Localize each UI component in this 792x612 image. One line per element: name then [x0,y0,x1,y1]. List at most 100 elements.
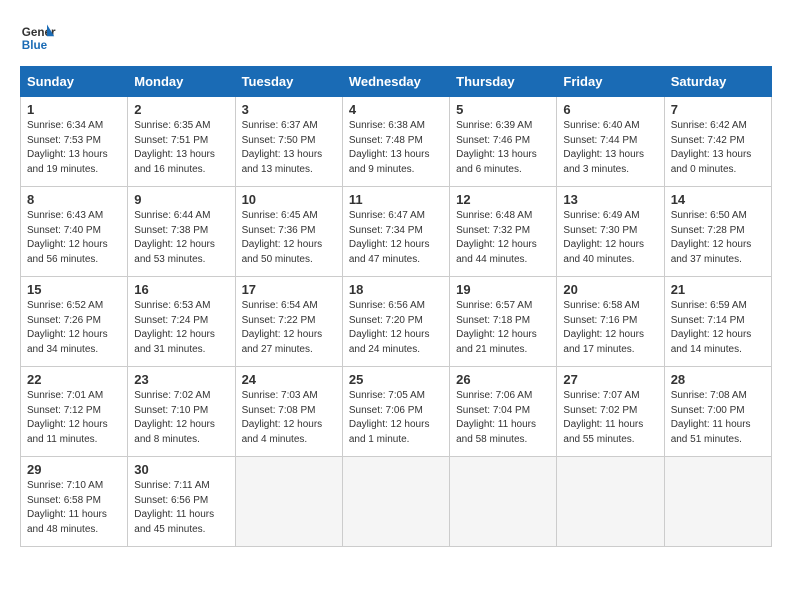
day-number: 19 [456,282,550,297]
cell-content: Sunrise: 6:58 AMSunset: 7:16 PMDaylight:… [563,300,644,355]
day-number: 13 [563,192,657,207]
cell-content: Sunrise: 7:03 AMSunset: 7:08 PMDaylight:… [242,390,323,445]
cell-content: Sunrise: 7:08 AMSunset: 7:00 PMDaylight:… [671,390,751,445]
cell-content: Sunrise: 6:47 AMSunset: 7:34 PMDaylight:… [349,210,430,265]
cell-content: Sunrise: 7:05 AMSunset: 7:06 PMDaylight:… [349,390,430,445]
header-tuesday: Tuesday [235,67,342,97]
day-number: 1 [27,102,121,117]
cell-content: Sunrise: 7:06 AMSunset: 7:04 PMDaylight:… [456,390,536,445]
day-number: 24 [242,372,336,387]
day-number: 5 [456,102,550,117]
day-number: 2 [134,102,228,117]
calendar-week-1: 1 Sunrise: 6:34 AMSunset: 7:53 PMDayligh… [21,97,772,187]
calendar-cell [664,457,771,547]
calendar-cell: 28 Sunrise: 7:08 AMSunset: 7:00 PMDaylig… [664,367,771,457]
cell-content: Sunrise: 7:10 AMSunset: 6:58 PMDaylight:… [27,480,107,535]
cell-content: Sunrise: 6:59 AMSunset: 7:14 PMDaylight:… [671,300,752,355]
header-sunday: Sunday [21,67,128,97]
day-number: 17 [242,282,336,297]
calendar-cell: 3 Sunrise: 6:37 AMSunset: 7:50 PMDayligh… [235,97,342,187]
calendar-cell: 9 Sunrise: 6:44 AMSunset: 7:38 PMDayligh… [128,187,235,277]
day-number: 29 [27,462,121,477]
day-number: 10 [242,192,336,207]
cell-content: Sunrise: 6:38 AMSunset: 7:48 PMDaylight:… [349,120,430,175]
calendar-cell [235,457,342,547]
calendar-week-4: 22 Sunrise: 7:01 AMSunset: 7:12 PMDaylig… [21,367,772,457]
day-number: 4 [349,102,443,117]
day-number: 9 [134,192,228,207]
calendar-cell: 15 Sunrise: 6:52 AMSunset: 7:26 PMDaylig… [21,277,128,367]
day-number: 30 [134,462,228,477]
cell-content: Sunrise: 6:39 AMSunset: 7:46 PMDaylight:… [456,120,537,175]
day-number: 20 [563,282,657,297]
calendar-cell: 24 Sunrise: 7:03 AMSunset: 7:08 PMDaylig… [235,367,342,457]
calendar-cell: 25 Sunrise: 7:05 AMSunset: 7:06 PMDaylig… [342,367,449,457]
cell-content: Sunrise: 6:49 AMSunset: 7:30 PMDaylight:… [563,210,644,265]
day-number: 25 [349,372,443,387]
page-header: General Blue [20,20,772,56]
cell-content: Sunrise: 6:40 AMSunset: 7:44 PMDaylight:… [563,120,644,175]
calendar-cell: 10 Sunrise: 6:45 AMSunset: 7:36 PMDaylig… [235,187,342,277]
calendar-cell: 19 Sunrise: 6:57 AMSunset: 7:18 PMDaylig… [450,277,557,367]
day-number: 14 [671,192,765,207]
calendar-cell [450,457,557,547]
calendar-cell: 6 Sunrise: 6:40 AMSunset: 7:44 PMDayligh… [557,97,664,187]
calendar-week-2: 8 Sunrise: 6:43 AMSunset: 7:40 PMDayligh… [21,187,772,277]
calendar-cell: 30 Sunrise: 7:11 AMSunset: 6:56 PMDaylig… [128,457,235,547]
cell-content: Sunrise: 6:37 AMSunset: 7:50 PMDaylight:… [242,120,323,175]
cell-content: Sunrise: 6:50 AMSunset: 7:28 PMDaylight:… [671,210,752,265]
day-number: 8 [27,192,121,207]
calendar-cell: 22 Sunrise: 7:01 AMSunset: 7:12 PMDaylig… [21,367,128,457]
cell-content: Sunrise: 7:07 AMSunset: 7:02 PMDaylight:… [563,390,643,445]
cell-content: Sunrise: 6:43 AMSunset: 7:40 PMDaylight:… [27,210,108,265]
calendar-cell: 13 Sunrise: 6:49 AMSunset: 7:30 PMDaylig… [557,187,664,277]
calendar-cell: 29 Sunrise: 7:10 AMSunset: 6:58 PMDaylig… [21,457,128,547]
calendar-week-3: 15 Sunrise: 6:52 AMSunset: 7:26 PMDaylig… [21,277,772,367]
header-friday: Friday [557,67,664,97]
header-row: SundayMondayTuesdayWednesdayThursdayFrid… [21,67,772,97]
day-number: 12 [456,192,550,207]
day-number: 26 [456,372,550,387]
calendar-cell: 11 Sunrise: 6:47 AMSunset: 7:34 PMDaylig… [342,187,449,277]
cell-content: Sunrise: 6:42 AMSunset: 7:42 PMDaylight:… [671,120,752,175]
calendar-cell: 7 Sunrise: 6:42 AMSunset: 7:42 PMDayligh… [664,97,771,187]
day-number: 23 [134,372,228,387]
cell-content: Sunrise: 6:56 AMSunset: 7:20 PMDaylight:… [349,300,430,355]
day-number: 27 [563,372,657,387]
calendar-cell: 2 Sunrise: 6:35 AMSunset: 7:51 PMDayligh… [128,97,235,187]
calendar-cell [342,457,449,547]
cell-content: Sunrise: 6:44 AMSunset: 7:38 PMDaylight:… [134,210,215,265]
calendar-cell: 26 Sunrise: 7:06 AMSunset: 7:04 PMDaylig… [450,367,557,457]
calendar-cell: 5 Sunrise: 6:39 AMSunset: 7:46 PMDayligh… [450,97,557,187]
cell-content: Sunrise: 6:35 AMSunset: 7:51 PMDaylight:… [134,120,215,175]
header-saturday: Saturday [664,67,771,97]
header-thursday: Thursday [450,67,557,97]
calendar-cell: 14 Sunrise: 6:50 AMSunset: 7:28 PMDaylig… [664,187,771,277]
cell-content: Sunrise: 6:54 AMSunset: 7:22 PMDaylight:… [242,300,323,355]
header-wednesday: Wednesday [342,67,449,97]
cell-content: Sunrise: 6:48 AMSunset: 7:32 PMDaylight:… [456,210,537,265]
calendar-cell: 27 Sunrise: 7:07 AMSunset: 7:02 PMDaylig… [557,367,664,457]
day-number: 7 [671,102,765,117]
day-number: 15 [27,282,121,297]
day-number: 21 [671,282,765,297]
day-number: 22 [27,372,121,387]
cell-content: Sunrise: 7:02 AMSunset: 7:10 PMDaylight:… [134,390,215,445]
day-number: 3 [242,102,336,117]
cell-content: Sunrise: 7:11 AMSunset: 6:56 PMDaylight:… [134,480,214,535]
day-number: 11 [349,192,443,207]
day-number: 16 [134,282,228,297]
calendar-table: SundayMondayTuesdayWednesdayThursdayFrid… [20,66,772,547]
day-number: 28 [671,372,765,387]
cell-content: Sunrise: 6:34 AMSunset: 7:53 PMDaylight:… [27,120,108,175]
calendar-cell: 12 Sunrise: 6:48 AMSunset: 7:32 PMDaylig… [450,187,557,277]
header-monday: Monday [128,67,235,97]
calendar-cell: 1 Sunrise: 6:34 AMSunset: 7:53 PMDayligh… [21,97,128,187]
logo-icon: General Blue [20,20,56,56]
cell-content: Sunrise: 7:01 AMSunset: 7:12 PMDaylight:… [27,390,108,445]
svg-text:Blue: Blue [22,39,48,52]
cell-content: Sunrise: 6:52 AMSunset: 7:26 PMDaylight:… [27,300,108,355]
day-number: 6 [563,102,657,117]
calendar-cell: 17 Sunrise: 6:54 AMSunset: 7:22 PMDaylig… [235,277,342,367]
cell-content: Sunrise: 6:57 AMSunset: 7:18 PMDaylight:… [456,300,537,355]
